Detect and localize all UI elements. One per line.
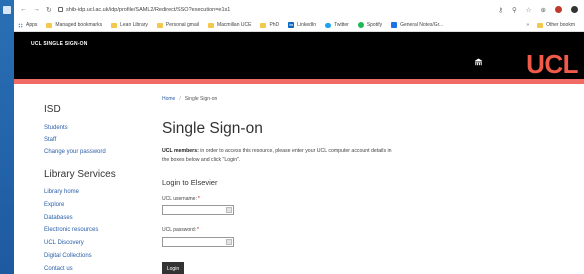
- folder-icon: [207, 22, 214, 28]
- breadcrumb-current: Single Sign-on: [184, 96, 218, 102]
- sidebar-link-electronic-resources[interactable]: Electronic resources: [44, 224, 98, 237]
- address-bar: ← → ↻ shib-idp.ucl.ac.uk/idp/profile/SAM…: [14, 0, 584, 19]
- profile-avatar-icon[interactable]: [571, 6, 578, 13]
- bookmark-label: General Notes/Gr...: [400, 22, 444, 28]
- bookmark-label: Lean Library: [120, 22, 148, 28]
- ucl-logo[interactable]: UCL: [526, 51, 578, 77]
- linkedin-icon: in: [288, 22, 295, 28]
- extension-icon[interactable]: ⊕: [541, 6, 546, 14]
- url-field[interactable]: shib-idp.ucl.ac.uk/idp/profile/SAML2/Red…: [58, 7, 498, 13]
- bookmark-label: Apps: [26, 22, 38, 28]
- back-icon[interactable]: ←: [20, 6, 27, 13]
- intro-text: UCL members: in order to access this res…: [162, 147, 392, 165]
- sidebar-heading-library: Library Services: [44, 169, 116, 180]
- sidebar-link-explore[interactable]: Explore: [44, 199, 98, 212]
- breadcrumb-separator: /: [179, 96, 181, 102]
- bookmark-item[interactable]: in LinkedIn: [288, 22, 316, 28]
- ucl-logo-text: UCL: [526, 49, 578, 79]
- page-title: Single Sign-on: [162, 120, 263, 137]
- bookmark-label: Twitter: [334, 22, 349, 28]
- sidebar-link-change-password[interactable]: Change your password: [44, 146, 106, 158]
- bookmark-item[interactable]: Managed bookmarks: [46, 22, 102, 28]
- toolbar-icons: ⚷ ⚲ ☆ ⊕: [498, 6, 584, 14]
- sidebar: ISD Students Staff Change your password …: [31, 84, 161, 274]
- nav-buttons: ← → ↻: [14, 6, 58, 14]
- sidebar-heading-isd: ISD: [44, 104, 61, 115]
- bookmark-label: Managed bookmarks: [55, 22, 103, 28]
- apps-icon: [18, 22, 23, 28]
- ucl-portico-icon: [474, 58, 483, 66]
- isd-links: Students Staff Change your password: [44, 122, 106, 158]
- main-content: Home / Single Sign-on Single Sign-on UCL m…: [162, 84, 582, 274]
- taskbar-pin-icon: [3, 6, 11, 14]
- login-heading: Login to Elsevier: [162, 178, 218, 187]
- spotify-icon: [357, 22, 364, 28]
- intro-bold: UCL members:: [162, 148, 199, 154]
- bookmark-item[interactable]: PhD: [260, 22, 279, 28]
- forward-icon[interactable]: →: [33, 6, 40, 13]
- sidebar-link-databases[interactable]: Databases: [44, 212, 98, 225]
- bookmark-label: Macmillan UCE: [216, 22, 252, 28]
- sidebar-link-digital-collections[interactable]: Digital Collections: [44, 250, 98, 263]
- key-icon[interactable]: ⚷: [498, 6, 503, 14]
- bookmark-label: Spotify: [366, 22, 383, 28]
- login-button[interactable]: Login: [162, 262, 184, 274]
- bookmark-item[interactable]: Spotify: [357, 22, 383, 28]
- bookmark-item[interactable]: Personal gmail: [156, 22, 199, 28]
- breadcrumb: Home / Single Sign-on: [162, 96, 217, 102]
- username-label-text: UCL username:: [162, 196, 197, 202]
- bookmark-label: Personal gmail: [165, 22, 199, 28]
- sidebar-link-library-home[interactable]: Library home: [44, 186, 98, 199]
- reload-icon[interactable]: ↻: [46, 6, 52, 14]
- url-text: shib-idp.ucl.ac.uk/idp/profile/SAML2/Red…: [66, 6, 231, 13]
- sso-title: UCL SINGLE SIGN-ON: [31, 41, 88, 47]
- star-icon[interactable]: ☆: [526, 6, 532, 14]
- password-label: UCL password:*: [162, 227, 199, 233]
- username-input[interactable]: [162, 205, 234, 215]
- bookmark-label: LinkedIn: [297, 22, 317, 28]
- other-bookmarks[interactable]: Other bookm: [537, 22, 575, 28]
- bookmark-label: PhD: [269, 22, 280, 28]
- username-required-mark: *: [197, 196, 200, 202]
- sidebar-link-ucl-discovery[interactable]: UCL Discovery: [44, 237, 98, 250]
- sidebar-link-staff[interactable]: Staff: [44, 134, 106, 146]
- folder-icon: [156, 22, 163, 28]
- lock-icon[interactable]: [58, 7, 63, 12]
- folder-icon: [46, 22, 53, 28]
- library-links: Library home Explore Databases Electroni…: [44, 186, 98, 274]
- folder-icon: [260, 22, 267, 28]
- extension-red-icon[interactable]: [555, 6, 562, 13]
- password-required-mark: *: [197, 227, 199, 233]
- breadcrumb-home[interactable]: Home: [162, 96, 175, 102]
- bookmark-item[interactable]: Macmillan UCE: [207, 22, 252, 28]
- ucl-header: UCL SINGLE SIGN-ON UCL: [14, 32, 584, 79]
- notes-icon: [391, 22, 398, 28]
- folder-icon: [111, 22, 118, 28]
- other-bookmarks-label: Other bookm: [546, 22, 575, 28]
- bookmark-item[interactable]: Apps: [18, 22, 37, 28]
- username-label: UCL username:*: [162, 196, 200, 202]
- sidebar-link-students[interactable]: Students: [44, 122, 106, 134]
- sidebar-link-contact-us[interactable]: Contact us: [44, 263, 98, 274]
- password-label-text: UCL password:: [162, 227, 196, 233]
- bookmarks-bar: Apps Managed bookmarks Lean Library Persona…: [14, 19, 584, 32]
- twitter-icon: [325, 22, 332, 28]
- password-manager-icon[interactable]: [226, 207, 232, 213]
- bookmark-item[interactable]: Twitter: [325, 22, 349, 28]
- password-manager-icon[interactable]: [226, 239, 232, 245]
- bookmark-item[interactable]: Lean Library: [111, 22, 148, 28]
- zoom-icon[interactable]: ⚲: [512, 6, 517, 14]
- bookmark-item[interactable]: General Notes/Gr...: [391, 22, 443, 28]
- desktop-edge: [0, 0, 14, 274]
- browser-window: ← → ↻ shib-idp.ucl.ac.uk/idp/profile/SAM…: [14, 0, 584, 274]
- password-input[interactable]: [162, 237, 234, 247]
- bookmarks-overflow-button[interactable]: »: [526, 22, 529, 28]
- folder-icon: [537, 22, 544, 28]
